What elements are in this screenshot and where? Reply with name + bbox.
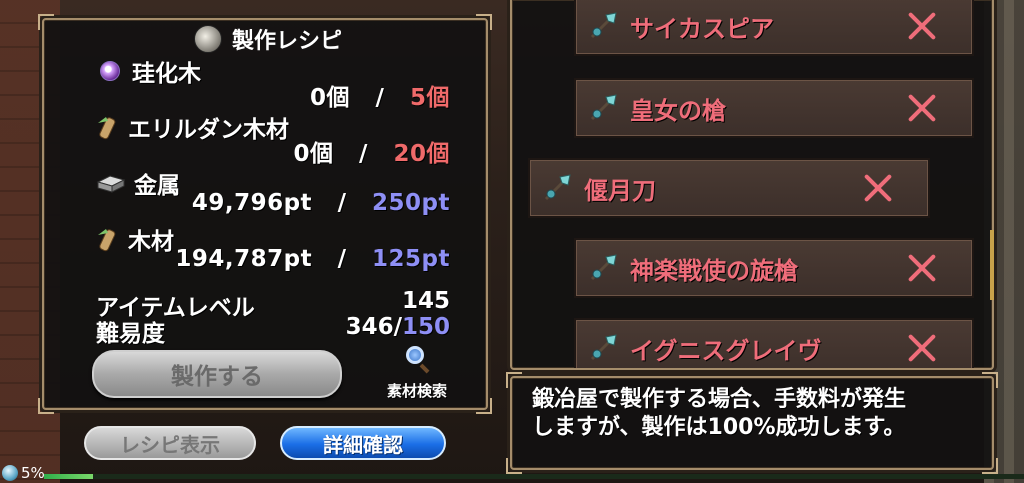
difficulty-value: 346/150: [346, 314, 450, 340]
material-need: 20個: [393, 141, 450, 167]
difficulty-current: 346/: [345, 314, 402, 340]
spear-icon: [588, 333, 618, 363]
info-panel: 鍛冶屋で製作する場合、手数料が発生 しますが、製作は100%成功します。: [506, 372, 998, 474]
material-name-row: 珪化木: [96, 54, 201, 88]
material-need: 125pt: [372, 246, 450, 272]
quantity-separator: /: [359, 141, 368, 167]
status-percent: 5%: [21, 464, 45, 482]
material-have: 0個: [310, 85, 351, 111]
quantity-separator: /: [337, 190, 347, 216]
wood-icon: [96, 227, 120, 252]
quantity-separator: /: [375, 85, 385, 111]
recipe-title-bar: 製作レシピ: [194, 24, 342, 54]
progress-bar: [44, 474, 1024, 479]
material-quantity: 0個 / 20個: [294, 134, 451, 168]
quantity-separator: /: [337, 246, 347, 272]
frame-corner: [476, 398, 492, 414]
material-quantity: 0個 / 5個: [310, 78, 450, 112]
info-text: 鍛冶屋で製作する場合、手数料が発生 しますが、製作は100%成功します。: [532, 386, 978, 442]
info-text-line: しますが、製作は100%成功します。: [532, 415, 906, 440]
spear-icon: [588, 253, 618, 283]
material-name: エリルダン木材: [128, 117, 289, 143]
wood-icon: [96, 115, 120, 140]
material-name-row: 金属: [96, 166, 180, 200]
difficulty-label: 難易度: [96, 321, 165, 347]
close-icon[interactable]: [906, 92, 938, 124]
frame-corner: [506, 458, 522, 474]
details-button[interactable]: 詳細確認: [280, 426, 446, 460]
recipe-list-item-selected[interactable]: 偃月刀: [528, 158, 930, 218]
material-have: 49,796pt: [191, 190, 313, 216]
recipe-display-button[interactable]: レシピ表示: [84, 426, 256, 460]
material-name-row: エリルダン木材: [96, 110, 289, 144]
craft-button[interactable]: 製作する: [92, 350, 342, 398]
close-icon[interactable]: [906, 10, 938, 42]
recipe-title: 製作レシピ: [232, 29, 343, 54]
difficulty-max: 150: [401, 314, 450, 340]
frame-corner: [982, 372, 998, 388]
recipe-item-name: サイカスピア: [630, 14, 774, 43]
recipe-item-name: イグニスグレイヴ: [630, 336, 822, 365]
material-need: 250pt: [372, 190, 450, 216]
recipe-list-item[interactable]: 神楽戦使の旋槍: [574, 238, 974, 298]
recipe-list-item[interactable]: イグニスグレイヴ: [574, 318, 974, 368]
orb-icon: [100, 61, 120, 81]
recipe-list-panel[interactable]: サイカスピア 皇女の槍 偃月刀 神楽戦使の旋槍 イグニスグレイヴ: [510, 0, 994, 370]
frame-corner: [476, 14, 492, 30]
frame-corner: [38, 398, 54, 414]
material-search-button[interactable]: 素材検索: [372, 346, 462, 401]
material-quantity: 194,787pt / 125pt: [175, 246, 450, 272]
recipe-list-item[interactable]: サイカスピア: [574, 0, 974, 56]
globe-icon: [2, 465, 18, 481]
close-icon[interactable]: [862, 172, 894, 204]
frame-corner: [982, 458, 998, 474]
spear-icon: [588, 11, 618, 41]
material-search-label: 素材検索: [386, 382, 447, 400]
info-text-line: 鍛冶屋で製作する場合、手数料が発生: [532, 387, 907, 412]
frame-corner: [512, 358, 522, 368]
material-name: 金属: [134, 173, 180, 199]
item-level-value: 145: [401, 288, 450, 314]
crafting-icon: [194, 25, 222, 53]
material-have: 194,787pt: [175, 246, 313, 272]
metal-ingot-icon: [96, 172, 126, 194]
recipe-item-name: 神楽戦使の旋槍: [630, 256, 798, 285]
recipe-item-name: 偃月刀: [584, 176, 656, 205]
list-scrollbar[interactable]: [990, 230, 994, 300]
close-icon[interactable]: [906, 332, 938, 364]
spear-icon: [542, 173, 572, 203]
spear-icon: [588, 93, 618, 123]
material-have: 0個: [293, 141, 334, 167]
material-name: 木材: [128, 229, 174, 255]
magnifier-icon: [404, 346, 430, 372]
recipe-list-item[interactable]: 皇女の槍: [574, 78, 974, 138]
recipe-panel: 製作レシピ 珪化木 0個 / 5個 エリルダン木材 0個 / 20個 金属 49…: [38, 14, 492, 414]
frame-corner: [982, 358, 992, 368]
close-icon[interactable]: [906, 252, 938, 284]
material-name-row: 木材: [96, 222, 174, 256]
material-quantity: 49,796pt / 250pt: [192, 190, 450, 216]
frame-corner: [506, 372, 522, 388]
material-name: 珪化木: [132, 61, 201, 87]
recipe-item-name: 皇女の槍: [630, 96, 726, 125]
frame-corner: [38, 14, 54, 30]
status-indicator: 5%: [2, 464, 45, 482]
progress-fill: [44, 474, 93, 479]
material-need: 5個: [409, 85, 450, 111]
